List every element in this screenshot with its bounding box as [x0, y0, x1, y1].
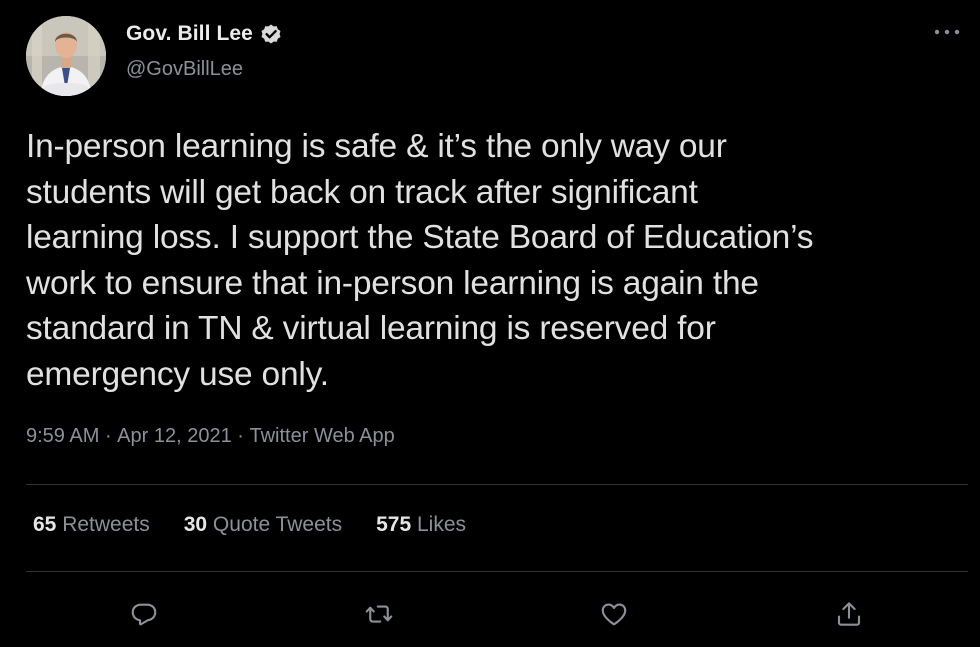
like-button[interactable] — [594, 594, 634, 634]
quote-tweets-stat[interactable]: 30 Quote Tweets — [184, 513, 342, 537]
engagement-stats: 65 Retweets 30 Quote Tweets 575 Likes — [33, 513, 466, 537]
heart-icon — [601, 603, 627, 626]
share-icon — [837, 602, 861, 626]
meta-separator: · — [99, 425, 118, 447]
retweet-icon — [365, 605, 393, 623]
likes-count: 575 — [376, 513, 412, 536]
tweet-date[interactable]: Apr 12, 2021 — [117, 425, 232, 448]
action-bar — [0, 590, 980, 634]
share-button[interactable] — [829, 594, 869, 634]
tweet-text: In-person learning is safe & it’s the on… — [26, 128, 814, 393]
avatar[interactable] — [26, 16, 106, 96]
quote-tweets-count: 30 — [183, 513, 208, 536]
tweet-metadata: 9:59 AM · Apr 12, 2021 · Twitter Web App — [26, 425, 395, 448]
avatar-photo — [26, 16, 106, 96]
tweet-card: Gov. Bill Lee @GovBillLee In-person lear… — [0, 0, 980, 647]
quote-tweets-label: Quote Tweets — [207, 513, 343, 536]
divider — [26, 571, 968, 572]
meta-separator: · — [231, 425, 250, 447]
retweets-stat[interactable]: 65 Retweets — [33, 513, 150, 537]
retweets-label: Retweets — [56, 513, 150, 536]
retweet-button[interactable] — [359, 594, 399, 634]
likes-label: Likes — [411, 513, 467, 536]
reply-icon — [131, 603, 157, 626]
reply-button[interactable] — [124, 594, 164, 634]
retweets-count: 65 — [33, 513, 57, 536]
tweet-time[interactable]: 9:59 AM — [26, 425, 99, 448]
likes-stat[interactable]: 575 Likes — [376, 513, 466, 537]
more-options-icon[interactable] — [932, 20, 962, 44]
author-name-row: Gov. Bill Lee — [126, 22, 283, 46]
author-name[interactable]: Gov. Bill Lee — [126, 22, 253, 46]
divider — [26, 484, 968, 485]
author-handle[interactable]: @GovBillLee — [126, 58, 243, 81]
verified-badge-icon — [259, 22, 283, 46]
tweet-source-link[interactable]: Twitter Web App — [249, 425, 394, 448]
